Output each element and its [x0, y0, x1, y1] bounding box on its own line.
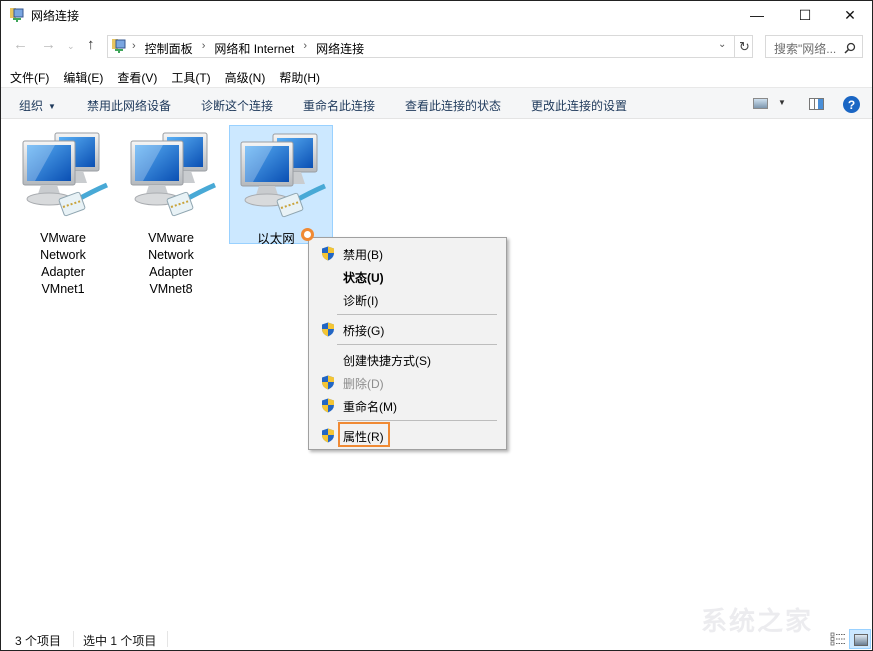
- ctx-delete-label: 删除(D): [343, 377, 384, 391]
- organize-label: 组织: [19, 99, 44, 113]
- organize-button[interactable]: 组织 ▼: [19, 97, 56, 114]
- watermark: 系统之家: [701, 606, 814, 636]
- context-menu: 禁用(B) 状态(U) 诊断(I) 桥接(G) 创建快捷方式(S) 删除(D) …: [308, 237, 507, 450]
- status-divider: [73, 631, 74, 647]
- menu-separator: [337, 420, 497, 421]
- status-divider: [167, 631, 168, 647]
- breadcrumb-network-connections[interactable]: 网络连接: [316, 40, 364, 57]
- search-input[interactable]: 搜索"网络...: [765, 35, 863, 58]
- uac-shield-icon: [322, 428, 334, 443]
- up-button[interactable]: ↑: [87, 36, 95, 53]
- connection-item-ethernet[interactable]: 以太网: [229, 125, 333, 246]
- search-placeholder: 搜索"网络...: [774, 42, 837, 56]
- menu-separator: [337, 314, 497, 315]
- address-row: ← → ⌄ ↑ › 控制面板 › 网络和 Internet › 网络连接 ⌄ ↻…: [1, 31, 872, 61]
- ctx-create-shortcut[interactable]: 创建快捷方式(S): [311, 348, 504, 370]
- ctx-disable-label: 禁用(B): [343, 248, 383, 262]
- ctx-properties-label: 属性(R): [343, 430, 384, 444]
- breadcrumb-separator[interactable]: ›: [132, 40, 136, 57]
- label-line: VMnet1: [41, 282, 85, 296]
- cursor-indicator: [301, 228, 314, 241]
- connection-item-vmnet8[interactable]: VMware Network Adapter VMnet8: [119, 125, 223, 298]
- item-count: 3 个项目: [15, 634, 62, 648]
- menu-help[interactable]: 帮助(H): [270, 65, 325, 87]
- disable-device-button[interactable]: 禁用此网络设备: [87, 97, 171, 114]
- back-button[interactable]: ←: [13, 36, 28, 53]
- command-bar: 组织 ▼ 禁用此网络设备 诊断这个连接 重命名此连接 查看此连接的状态 更改此连接…: [1, 87, 872, 119]
- ctx-properties[interactable]: 属性(R): [311, 422, 504, 447]
- close-button[interactable]: ✕: [827, 1, 873, 29]
- ctx-bridge-label: 桥接(G): [343, 324, 385, 338]
- recent-locations-button[interactable]: ⌄: [67, 41, 75, 52]
- menu-view[interactable]: 查看(V): [108, 65, 162, 87]
- menu-edit[interactable]: 编辑(E): [54, 65, 108, 87]
- selected-count: 选中 1 个项目: [83, 634, 157, 648]
- ctx-diagnose-label: 诊断(I): [343, 294, 379, 308]
- diagnose-connection-button[interactable]: 诊断这个连接: [201, 97, 273, 114]
- preview-pane-icon[interactable]: [809, 98, 824, 110]
- help-icon[interactable]: ?: [843, 96, 860, 113]
- window-title: 网络连接: [31, 9, 80, 23]
- breadcrumb-separator[interactable]: ›: [303, 40, 307, 57]
- search-icon[interactable]: [844, 38, 856, 57]
- ctx-disable[interactable]: 禁用(B): [311, 242, 504, 264]
- network-connections-icon: [112, 39, 126, 53]
- label-line: Network: [148, 248, 194, 262]
- menu-tools[interactable]: 工具(T): [162, 65, 215, 87]
- ctx-delete: 删除(D): [311, 371, 504, 393]
- ctx-create-shortcut-label: 创建快捷方式(S): [343, 354, 431, 368]
- details-view-icon[interactable]: [830, 632, 846, 646]
- label-line: Adapter: [41, 265, 85, 279]
- breadcrumb-separator[interactable]: ›: [202, 40, 206, 57]
- label-line: VMware: [40, 231, 86, 245]
- refresh-button[interactable]: ↻: [734, 36, 754, 57]
- ctx-rename[interactable]: 重命名(M): [311, 394, 504, 416]
- breadcrumb: › 控制面板 › 网络和 Internet › 网络连接: [132, 40, 364, 57]
- ctx-bridge[interactable]: 桥接(G): [311, 318, 504, 340]
- change-settings-button[interactable]: 更改此连接的设置: [531, 97, 627, 114]
- label-line: Adapter: [149, 265, 193, 279]
- label-line: VMware: [148, 231, 194, 245]
- title-bar: 网络连接 — ☐ ✕: [1, 1, 872, 29]
- menu-advanced[interactable]: 高级(N): [216, 65, 271, 87]
- large-icons-view-icon[interactable]: [849, 629, 871, 649]
- address-dropdown-icon[interactable]: ⌄: [718, 39, 726, 50]
- ctx-diagnose[interactable]: 诊断(I): [311, 288, 504, 310]
- forward-button[interactable]: →: [41, 36, 56, 53]
- uac-shield-icon: [322, 322, 334, 337]
- ctx-status-label: 状态(U): [343, 271, 384, 285]
- connection-name: VMware Network Adapter VMnet8: [119, 230, 223, 298]
- view-options-chevron-icon[interactable]: ▼: [778, 98, 786, 107]
- menu-separator: [337, 344, 497, 345]
- label-line: VMnet8: [149, 282, 193, 296]
- chevron-down-icon: ▼: [48, 102, 56, 111]
- network-adapter-icon: [130, 132, 216, 217]
- breadcrumb-network-internet[interactable]: 网络和 Internet: [214, 40, 294, 57]
- uac-shield-icon: [322, 375, 334, 390]
- menu-file[interactable]: 文件(F): [1, 65, 54, 87]
- minimize-button[interactable]: —: [734, 1, 780, 29]
- network-adapter-icon: [22, 132, 108, 217]
- rename-connection-button[interactable]: 重命名此连接: [303, 97, 375, 114]
- explorer-window: 网络连接 — ☐ ✕ ← → ⌄ ↑ › 控制面板 › 网络和 Internet…: [0, 0, 873, 651]
- view-status-button[interactable]: 查看此连接的状态: [405, 97, 501, 114]
- network-adapter-icon: [240, 133, 326, 218]
- uac-shield-icon: [322, 246, 334, 261]
- ctx-status[interactable]: 状态(U): [311, 265, 504, 287]
- breadcrumb-control-panel[interactable]: 控制面板: [145, 40, 193, 57]
- uac-shield-icon: [322, 398, 334, 413]
- address-bar[interactable]: › 控制面板 › 网络和 Internet › 网络连接 ⌄ ↻: [107, 35, 753, 58]
- maximize-button[interactable]: ☐: [782, 1, 828, 29]
- ctx-rename-label: 重命名(M): [343, 400, 397, 414]
- label-line: Network: [40, 248, 86, 262]
- network-connections-icon: [10, 8, 24, 22]
- menu-bar: 文件(F) 编辑(E) 查看(V) 工具(T) 高级(N) 帮助(H): [1, 65, 872, 87]
- connection-name: VMware Network Adapter VMnet1: [11, 230, 115, 298]
- change-view-icon[interactable]: [753, 98, 768, 109]
- connection-item-vmnet1[interactable]: VMware Network Adapter VMnet1: [11, 125, 115, 298]
